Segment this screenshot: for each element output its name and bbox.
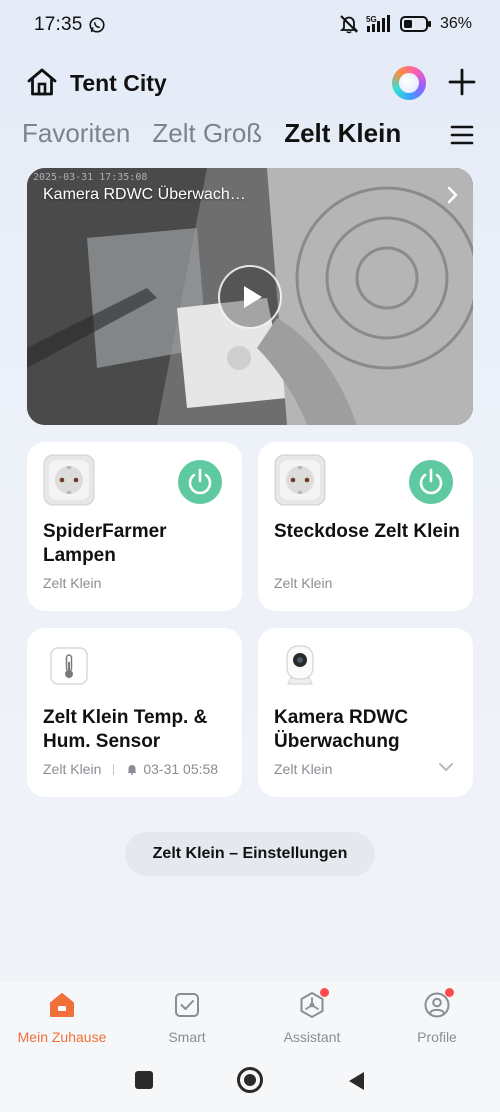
device-card-spiderfarmer[interactable]: SpiderFarmer Lampen Zelt Klein (27, 442, 242, 611)
device-meta: Zelt Klein 03-31 05:58 (43, 761, 218, 777)
nav-label: Assistant (283, 1029, 341, 1045)
room-tabs: Favoriten Zelt Groß Zelt Klein (22, 118, 401, 149)
play-icon (244, 286, 262, 308)
notification-badge (320, 988, 329, 997)
socket-icon (43, 454, 95, 506)
device-card-camera[interactable]: Kamera RDWC Überwachung Zelt Klein (258, 628, 473, 797)
camera-timestamp: 2025-03-31 17:35:08 (33, 172, 148, 183)
thermometer-icon (50, 647, 88, 685)
smart-icon (175, 993, 199, 1017)
ai-orb-icon[interactable] (392, 66, 426, 100)
home-icon[interactable] (26, 66, 58, 98)
device-card-sensor[interactable]: Zelt Klein Temp. & Hum. Sensor Zelt Klei… (27, 628, 242, 797)
battery-percent: 36% (439, 15, 472, 32)
back-icon[interactable] (346, 1070, 366, 1092)
tab-favoriten[interactable]: Favoriten (22, 118, 130, 149)
plus-icon[interactable] (448, 68, 476, 96)
camera-title: Kamera RDWC Überwach… (43, 186, 246, 203)
bottom-nav: Mein Zuhause Smart Assistant Profile (0, 982, 500, 1050)
bell-icon (127, 765, 137, 775)
nav-label: Mein Zuhause (17, 1029, 107, 1045)
home-nav-icon (50, 993, 74, 1017)
device-name: SpiderFarmer Lampen (43, 521, 167, 566)
tab-zelt-gross[interactable]: Zelt Groß (152, 118, 262, 149)
system-nav-bar (0, 1050, 500, 1112)
signal-icon: 5G (366, 15, 390, 32)
room-settings-button[interactable]: Zelt Klein – Einstellungen (125, 832, 375, 876)
device-room: Zelt Klein (43, 575, 102, 591)
power-button[interactable] (409, 460, 453, 504)
nav-item-mein-zuhause[interactable]: Mein Zuhause (7, 990, 117, 1045)
status-time: 17:35 (34, 14, 83, 35)
power-button[interactable] (178, 460, 222, 504)
device-name: Kamera RDWC Überwachung (274, 707, 409, 752)
system-home-button[interactable] (237, 1067, 263, 1093)
status-bar: 17:35 5G 36% (0, 0, 500, 52)
notification-badge (445, 988, 454, 997)
power-icon (188, 468, 212, 495)
device-name: Zelt Klein Temp. & Hum. Sensor (43, 707, 208, 752)
nav-label: Profile (417, 1029, 457, 1045)
device-card-steckdose[interactable]: Steckdose Zelt Klein Zelt Klein (258, 442, 473, 611)
nav-item-profile[interactable]: Profile (382, 988, 492, 1045)
device-room: Zelt Klein (43, 761, 102, 777)
home-title[interactable]: Tent City (70, 70, 167, 97)
power-icon (419, 468, 443, 495)
alert-time: 03-31 05:58 (143, 761, 219, 777)
divider (113, 763, 115, 775)
chevron-down-icon[interactable] (439, 762, 453, 772)
nav-label: Smart (168, 1029, 206, 1045)
mute-icon (339, 15, 359, 34)
tab-zelt-klein[interactable]: Zelt Klein (284, 118, 401, 149)
whatsapp-icon (89, 17, 105, 33)
socket-icon (274, 454, 326, 506)
camera-preview-card[interactable]: 2025-03-31 17:35:08 Kamera RDWC Überwach… (27, 168, 473, 425)
device-room: Zelt Klein (274, 575, 333, 591)
nav-item-smart[interactable]: Smart (132, 990, 242, 1045)
device-room: Zelt Klein (274, 761, 333, 777)
recent-apps-button[interactable] (135, 1071, 153, 1089)
device-name: Steckdose Zelt Klein (274, 521, 460, 542)
camera-icon (286, 645, 314, 685)
nav-item-assistant[interactable]: Assistant (257, 988, 367, 1045)
play-button[interactable] (218, 265, 282, 329)
chevron-right-icon[interactable] (445, 186, 459, 204)
battery-icon (399, 16, 431, 32)
menu-icon[interactable] (450, 124, 474, 146)
network-label: 5G (366, 15, 377, 24)
